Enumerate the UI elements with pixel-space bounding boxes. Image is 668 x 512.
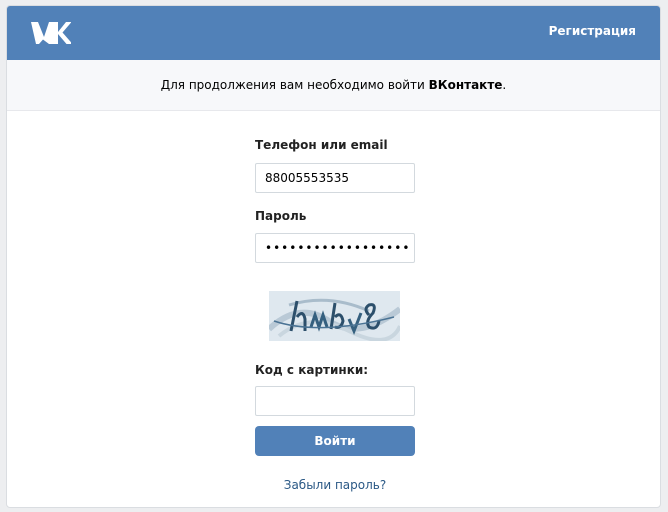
login-window: Регистрация Для продолжения вам необходи… xyxy=(6,5,661,508)
login-button[interactable]: Войти xyxy=(255,426,415,456)
header-bar: Регистрация xyxy=(7,6,660,60)
captcha-input[interactable] xyxy=(255,386,415,416)
forgot-password-link[interactable]: Забыли пароль? xyxy=(255,478,415,492)
password-input[interactable]: •••••••••••••••••• xyxy=(255,233,415,263)
notice-brand: ВКонтакте xyxy=(428,78,503,92)
register-link[interactable]: Регистрация xyxy=(549,24,636,38)
password-label: Пароль xyxy=(255,209,307,223)
login-label: Телефон или email xyxy=(255,138,388,152)
captcha-image xyxy=(269,291,400,341)
notice-text: Для продолжения вам необходимо войти xyxy=(160,78,429,92)
vk-logo-icon[interactable] xyxy=(29,20,71,46)
captcha-label: Код с картинки: xyxy=(255,363,369,377)
login-input[interactable]: 88005553535 xyxy=(255,163,415,193)
login-notice: Для продолжения вам необходимо войти ВКо… xyxy=(7,60,660,111)
notice-suffix: . xyxy=(502,78,507,92)
